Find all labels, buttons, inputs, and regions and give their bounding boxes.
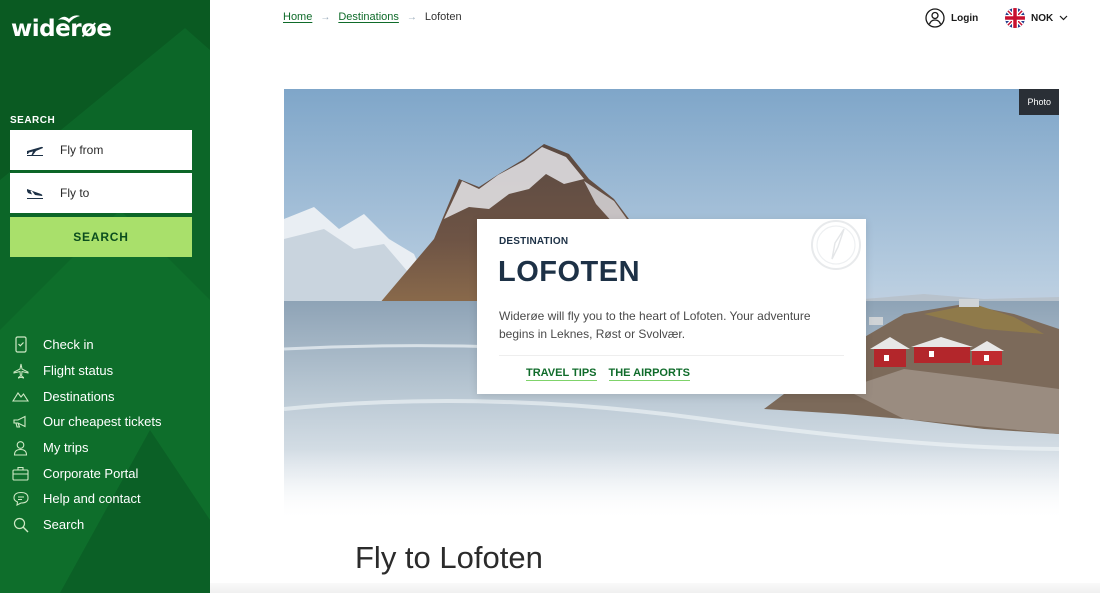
card-divider [499,355,844,356]
sidebar-item-check-in[interactable]: Check in [0,332,210,358]
travel-tips-link[interactable]: TRAVEL TIPS [526,367,597,381]
departure-plane-icon [10,144,60,156]
sidebar-item-flight-status[interactable]: Flight status [0,358,210,384]
breadcrumb-arrow-icon: → [406,11,417,23]
sidebar-item-destinations[interactable]: Destinations [0,383,210,409]
sidebar-nav: Check in Flight status Destinations Our … [0,332,210,538]
sidebar-item-label: Destinations [43,388,115,404]
sidebar-item-label: Help and contact [43,491,141,507]
arrival-plane-icon [10,187,60,199]
fly-to-placeholder: Fly to [60,186,90,200]
airplane-icon [0,363,43,379]
sidebar-item-label: My trips [43,440,89,456]
search-button[interactable]: SEARCH [10,217,192,257]
card-title: LOFOTEN [498,256,641,288]
sidebar-item-label: Flight status [43,363,114,379]
chat-icon [0,491,43,507]
person-icon [0,440,43,456]
airports-link[interactable]: THE AIRPORTS [608,367,690,381]
card-category-label: DESTINATION [499,236,569,247]
currency-label: NOK [1031,12,1054,24]
page-title: Fly to Lofoten [355,540,543,575]
login-button[interactable]: Login [925,8,978,28]
sidebar-item-search[interactable]: Search [0,512,210,538]
photo-credit-button[interactable]: Photo [1019,89,1059,115]
breadcrumb-arrow-icon: → [320,11,331,23]
currency-selector[interactable]: NOK [1005,8,1068,28]
sidebar-item-corporate-portal[interactable]: Corporate Portal [0,460,210,486]
breadcrumb-current: Lofoten [424,11,462,23]
login-label: Login [951,12,979,24]
destination-card: DESTINATION LOFOTEN Widerøe will fly you… [477,219,866,394]
sidebar-item-label: Corporate Portal [43,465,139,481]
phone-checkin-icon [0,336,43,353]
search-icon [0,517,43,533]
card-links: TRAVEL TIPS THE AIRPORTS [526,367,690,381]
sidebar-item-cheapest-tickets[interactable]: Our cheapest tickets [0,409,210,435]
fly-from-field[interactable]: Fly from [10,130,192,170]
card-description: Widerøe will fly you to the heart of Lof… [499,309,811,341]
sidebar-item-label: Search [43,517,85,533]
sidebar: widerøe SEARCH Fly from Fly to SEARCH Ch… [0,0,210,593]
uk-flag-icon [1005,8,1025,28]
mountains-icon [0,390,43,402]
breadcrumb-destinations[interactable]: Destinations [338,11,399,23]
sidebar-item-my-trips[interactable]: My trips [0,435,210,461]
fly-from-placeholder: Fly from [60,143,104,157]
bottom-edge [210,583,1100,593]
megaphone-icon [0,415,43,428]
fly-to-field[interactable]: Fly to [10,173,192,213]
sidebar-item-help-contact[interactable]: Help and contact [0,486,210,512]
compass-icon [811,220,861,270]
search-heading: SEARCH [10,115,56,126]
sidebar-item-label: Our cheapest tickets [43,414,162,430]
chevron-down-icon [1059,15,1068,21]
breadcrumb: Home → Destinations → Lofoten [283,11,462,23]
sidebar-item-label: Check in [43,337,94,353]
user-circle-icon [925,8,945,28]
logo-bird-icon [58,15,80,23]
briefcase-icon [0,466,43,481]
breadcrumb-home[interactable]: Home [283,11,312,23]
